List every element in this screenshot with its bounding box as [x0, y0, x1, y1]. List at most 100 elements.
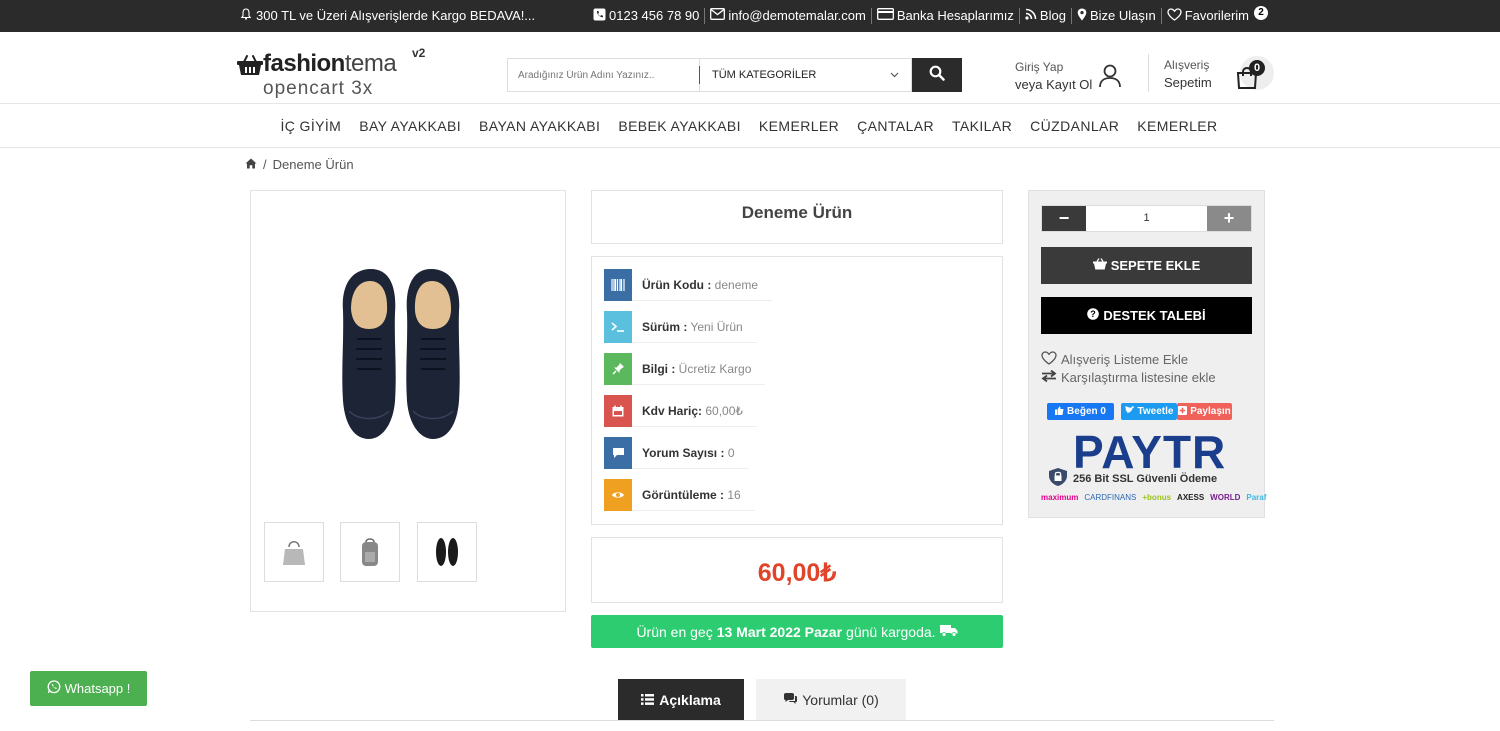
nav-item-kemerler-2[interactable]: KEMERLER — [1137, 118, 1217, 134]
add-to-cart-button[interactable]: SEPETE EKLE — [1041, 247, 1252, 284]
logo-text-fashion: fashion — [263, 50, 345, 77]
tab-description[interactable]: Açıklama — [618, 679, 744, 721]
breadcrumb-current[interactable]: Deneme Ürün — [273, 157, 354, 172]
header-divider — [1148, 54, 1149, 92]
heart-icon — [1167, 7, 1182, 25]
basket-icon — [1092, 258, 1107, 273]
add-to-wishlist-link[interactable]: Alışveriş Listeme Ekle — [1041, 351, 1188, 368]
favorites-count-badge: 2 — [1254, 6, 1268, 20]
nav-item-ic-giyim[interactable]: İÇ GİYİM — [280, 118, 341, 134]
bank-accounts-link[interactable]: Banka Hesaplarımız — [872, 8, 1020, 24]
nav-item-bebek-ayakkabi[interactable]: BEBEK AYAKKABI — [618, 118, 741, 134]
product-price: 60,00₺ — [591, 537, 1003, 603]
contact-link[interactable]: Bize Ulaşın — [1072, 8, 1162, 24]
phone-icon — [593, 8, 606, 25]
info-row-views: Görüntüleme : 16 — [604, 478, 755, 511]
breadcrumb: / Deneme Ürün — [245, 157, 354, 172]
tab-content-border — [250, 720, 1274, 721]
bank-logo-bonus: +bonus — [1142, 493, 1172, 502]
main-product-image[interactable] — [331, 261, 471, 446]
product-title: Deneme Ürün — [591, 190, 1003, 244]
blog-link[interactable]: Blog — [1020, 8, 1072, 24]
ssl-secure-badge: 256 Bit SSL Güvenli Ödeme — [1047, 467, 1217, 490]
site-logo[interactable]: fashiontema v2 opencart 3x — [237, 46, 437, 102]
cart-button[interactable]: 0 — [1236, 56, 1276, 92]
bank-logo-maximum: maximum — [1041, 493, 1079, 502]
search-button[interactable] — [912, 58, 962, 92]
nav-item-bayan-ayakkabi[interactable]: BAYAN AYAKKABI — [479, 118, 600, 134]
category-select-value: TÜM KATEGORİLER — [712, 69, 817, 81]
quantity-input[interactable]: 1 — [1086, 206, 1207, 231]
facebook-like-button[interactable]: Beğen 0 — [1047, 403, 1114, 420]
info-row-info: Bilgi : Ücretiz Kargo — [604, 352, 766, 385]
quantity-increase-button[interactable]: + — [1207, 206, 1251, 231]
quantity-stepper: − 1 + — [1041, 205, 1252, 232]
bank-logo-paraf: Paraf — [1246, 493, 1267, 502]
bank-card-logos: maximum CARDFINANS +bonus AXESS WORLD Pa… — [1041, 493, 1266, 502]
account-link[interactable]: Giriş Yap veya Kayıt Ol — [1015, 60, 1121, 92]
thumbs-up-icon — [1055, 406, 1064, 418]
support-request-button[interactable]: ? DESTEK TALEBİ — [1041, 297, 1252, 334]
home-icon[interactable] — [245, 157, 257, 172]
logo-version: v2 — [412, 46, 426, 60]
cart-link[interactable]: Alışveriş Sepetim — [1164, 58, 1212, 90]
barcode-icon — [604, 268, 632, 301]
search-input[interactable] — [507, 58, 699, 92]
email-link[interactable]: info@demotemalar.com — [705, 8, 872, 24]
rss-icon — [1025, 8, 1037, 24]
favorites-link[interactable]: Favorilerim 2 — [1162, 6, 1273, 25]
nav-item-kemerler[interactable]: KEMERLER — [759, 118, 839, 134]
quantity-decrease-button[interactable]: − — [1042, 206, 1086, 231]
shipping-notice-text: 300 TL ve Üzeri Alışverişlerde Kargo BED… — [256, 8, 536, 23]
info-row-product-code: Ürün Kodu : deneme — [604, 268, 773, 301]
search-bar: TÜM KATEGORİLER — [507, 58, 965, 92]
product-tabs: Açıklama Yorumlar (0) — [618, 679, 906, 721]
whatsapp-button[interactable]: Whatsapp ! — [30, 671, 147, 706]
map-marker-icon — [1077, 8, 1087, 25]
list-icon — [641, 692, 655, 708]
thumbtack-icon — [604, 352, 632, 385]
nav-item-bay-ayakkabi[interactable]: BAY AYAKKABI — [359, 118, 461, 134]
top-bar: 300 TL ve Üzeri Alışverişlerde Kargo BED… — [0, 0, 1500, 32]
product-gallery — [250, 190, 566, 612]
credit-card-icon — [876, 8, 894, 24]
heart-outline-icon — [1041, 351, 1057, 368]
eye-icon — [604, 478, 632, 511]
twitter-bird-icon — [1124, 405, 1135, 417]
share-button[interactable]: Paylaşın — [1177, 403, 1232, 420]
purchase-panel: − 1 + SEPETE EKLE ? DESTEK TALEBİ Alışve… — [1028, 190, 1266, 518]
bank-logo-cardfinans: CARDFINANS — [1084, 493, 1137, 502]
envelope-icon — [710, 8, 726, 24]
nav-item-takilar[interactable]: TAKILAR — [952, 118, 1012, 134]
lock-shield-icon — [1047, 467, 1069, 490]
product-info: Ürün Kodu : deneme Sürüm : Yeni Ürün Bil… — [591, 256, 1003, 525]
tab-reviews[interactable]: Yorumlar (0) — [756, 679, 906, 721]
thumbnail-shoes[interactable] — [417, 522, 477, 582]
plus-square-icon — [1178, 405, 1188, 418]
register-text: veya Kayıt Ol — [1015, 77, 1093, 92]
thumbnail-backpack[interactable] — [340, 522, 400, 582]
whatsapp-icon — [47, 680, 61, 697]
info-row-version: Sürüm : Yeni Ürün — [604, 310, 757, 343]
info-row-review-count: Yorum Sayısı : 0 — [604, 436, 749, 469]
shipping-notice: 300 TL ve Üzeri Alışverişlerde Kargo BED… — [240, 0, 535, 32]
site-header: fashiontema v2 opencart 3x TÜM KATEGORİL… — [0, 32, 1500, 104]
phone-link[interactable]: 0123 456 78 90 — [588, 8, 706, 25]
login-text: Giriş Yap — [1015, 60, 1064, 74]
nav-item-cantalar[interactable]: ÇANTALAR — [857, 118, 934, 134]
basket-logo-icon — [237, 54, 263, 81]
thumbnail-bag[interactable] — [264, 522, 324, 582]
cart-count-badge: 0 — [1249, 60, 1265, 76]
exchange-icon — [1041, 369, 1057, 385]
tweet-button[interactable]: Tweetle — [1121, 403, 1177, 420]
search-icon — [929, 65, 945, 86]
info-row-price-excl-vat: Kdv Hariç: 60,00₺ — [604, 394, 758, 427]
nav-item-cuzdanlar[interactable]: CÜZDANLAR — [1030, 118, 1119, 134]
comments-icon — [783, 692, 798, 708]
bank-logo-axess: AXESS — [1177, 493, 1205, 502]
shipping-date-banner: Ürün en geç 13 Mart 2022 Pazar günü karg… — [591, 615, 1003, 648]
calendar-icon — [604, 394, 632, 427]
add-to-compare-link[interactable]: Karşılaştırma listesine ekle — [1041, 369, 1216, 385]
category-select[interactable]: TÜM KATEGORİLER — [699, 58, 912, 92]
truck-icon — [939, 624, 958, 640]
